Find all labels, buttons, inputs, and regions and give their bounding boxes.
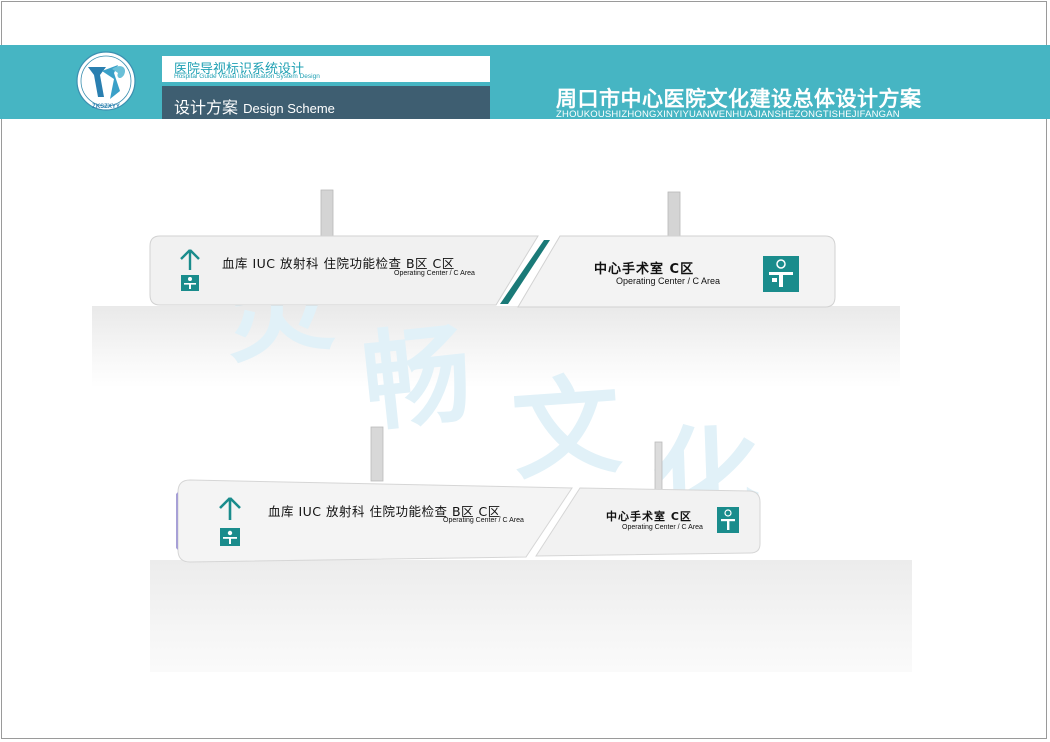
bottom-sign-graphics xyxy=(176,426,761,563)
bottom-right-english: Operating Center / C Area xyxy=(622,524,703,531)
surgery-pictogram-icon xyxy=(717,507,739,533)
surgery-pictogram-icon xyxy=(220,528,240,546)
bottom-left-english: Operating Center / C Area xyxy=(443,517,524,524)
arrow-up-icon xyxy=(219,497,241,520)
bottom-right-destination: 中心手术室 C区 xyxy=(606,510,692,523)
